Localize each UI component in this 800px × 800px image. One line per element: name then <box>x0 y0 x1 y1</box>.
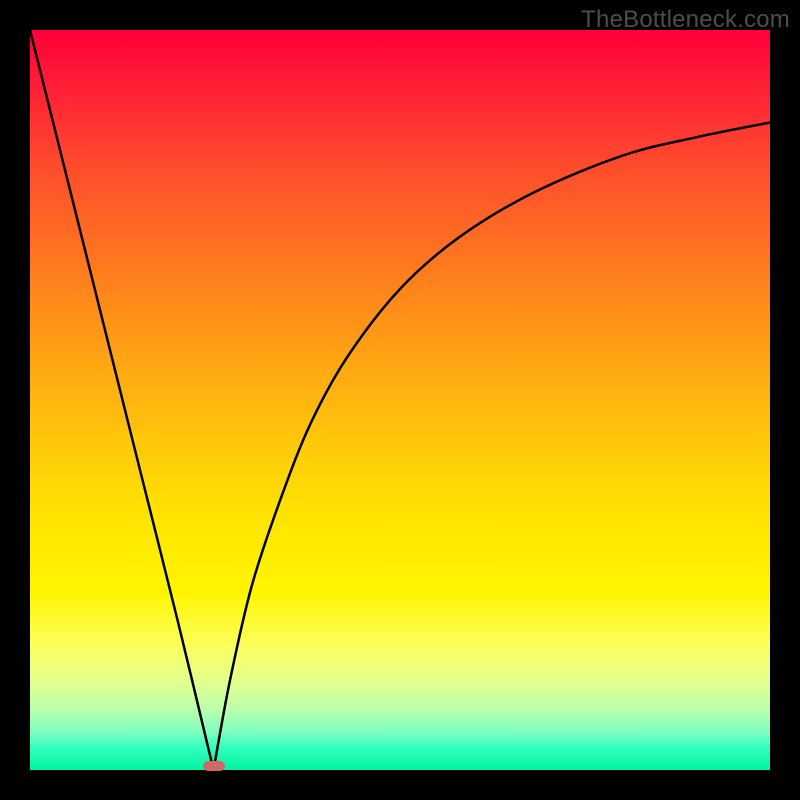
curve-left <box>30 30 214 770</box>
chart-frame: TheBottleneck.com <box>0 0 800 800</box>
vertex-marker <box>203 761 225 771</box>
curve-right <box>214 123 770 771</box>
curve-svg <box>30 30 770 770</box>
plot-area <box>30 30 770 770</box>
